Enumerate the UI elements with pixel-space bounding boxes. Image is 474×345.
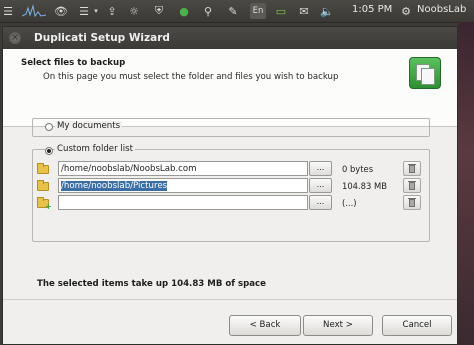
folder-icon xyxy=(37,163,49,174)
search-icon[interactable]: ⚲ xyxy=(200,3,216,19)
folder-size: 0 bytes xyxy=(342,164,374,174)
window-titlebar[interactable]: × Duplicati Setup Wizard xyxy=(3,27,457,49)
custom-folder-list-radio[interactable] xyxy=(45,147,53,155)
browse-folder-button[interactable]: ... xyxy=(309,178,332,193)
new-folder-path-input[interactable] xyxy=(58,195,308,210)
close-button[interactable]: × xyxy=(9,32,21,44)
add-folder-icon: + xyxy=(37,197,52,211)
footer-divider xyxy=(3,299,457,300)
wizard-window: × Duplicati Setup Wizard Select files to… xyxy=(2,26,458,345)
custom-folder-list-label[interactable]: Custom folder list xyxy=(55,144,135,154)
trash-icon xyxy=(409,165,415,173)
desktop-wallpaper xyxy=(458,22,474,345)
pen-icon[interactable]: ✎ xyxy=(225,3,241,19)
duplicati-logo-icon xyxy=(409,57,441,89)
list-menu-icon[interactable]: ☰ xyxy=(76,3,92,19)
trash-icon xyxy=(409,182,415,190)
next-button[interactable]: Next > xyxy=(303,315,373,336)
battery-icon[interactable]: ▭ xyxy=(273,3,289,19)
my-documents-label[interactable]: My documents xyxy=(55,121,123,131)
envelope-icon[interactable]: ✉ xyxy=(296,3,312,19)
chevron-down-icon: ▾ xyxy=(94,7,98,15)
folder-size: 104.83 MB xyxy=(342,181,387,191)
menu-icon[interactable]: ☰ xyxy=(1,3,15,19)
system-monitor-icon[interactable] xyxy=(21,3,47,19)
keyboard-language-badge[interactable]: En xyxy=(250,3,266,19)
page-description: On this page you must select the folder … xyxy=(43,72,339,82)
wizard-header: Select files to backup On this page you … xyxy=(3,49,457,127)
volume-icon[interactable]: 🔈 xyxy=(319,3,335,19)
folder-size: (...) xyxy=(342,198,357,208)
eye-icon[interactable]: 👁 xyxy=(52,3,70,19)
back-button[interactable]: < Back xyxy=(229,315,301,336)
browse-folder-button[interactable]: ... xyxy=(309,161,332,176)
browse-folder-button[interactable]: ... xyxy=(309,195,332,210)
shield-icon[interactable]: ⛨ xyxy=(151,3,167,19)
remove-folder-button[interactable] xyxy=(403,161,421,176)
close-icon: × xyxy=(11,33,19,43)
my-documents-radio[interactable] xyxy=(45,123,53,131)
clock[interactable]: 1:05 PM xyxy=(352,4,392,15)
user-icon[interactable]: ⚙ xyxy=(399,3,413,19)
selection-size-summary: The selected items take up 104.83 MB of … xyxy=(37,279,266,289)
folder-icon xyxy=(37,180,49,191)
window-title: Duplicati Setup Wizard xyxy=(34,32,170,44)
cancel-button[interactable]: Cancel xyxy=(382,315,452,336)
evernote-icon[interactable]: ● xyxy=(176,3,192,19)
top-panel: ☰ 👁 ☰ ▾ ⇪ ☼ ⛨ ● ⚲ ✎ En ▭ ✉ 🔈 1:05 PM ⚙ N… xyxy=(0,0,474,23)
brightness-icon[interactable]: ☼ xyxy=(126,3,142,19)
remove-folder-button[interactable] xyxy=(403,195,421,210)
trash-icon xyxy=(409,199,415,207)
user-name[interactable]: NoobsLab xyxy=(417,4,466,15)
folder-path-input[interactable]: /home/noobslab/Pictures xyxy=(58,178,308,193)
remove-folder-button[interactable] xyxy=(403,178,421,193)
share-icon[interactable]: ⇪ xyxy=(105,3,119,19)
folder-path-input[interactable]: /home/noobslab/NoobsLab.com xyxy=(58,161,308,176)
page-title: Select files to backup xyxy=(21,58,126,68)
